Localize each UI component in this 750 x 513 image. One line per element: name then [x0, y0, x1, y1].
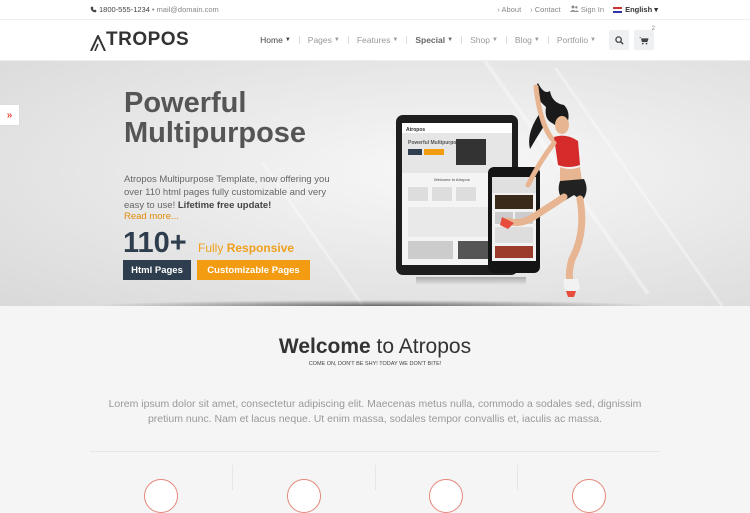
- search-icon: [614, 35, 624, 45]
- bullet-separator: •: [151, 5, 155, 14]
- side-panel-toggle[interactable]: »: [0, 104, 20, 126]
- nav-portfolio-label: Portfolio: [556, 35, 589, 45]
- email-link[interactable]: mail@domain.com: [157, 5, 219, 14]
- hero-title-line1: Powerful: [124, 87, 247, 119]
- nav-pages[interactable]: Pages ▼: [300, 35, 348, 45]
- feature-column: [376, 465, 519, 513]
- fully-word: Fully: [198, 241, 224, 255]
- contact-link[interactable]: › Contact: [530, 5, 560, 14]
- about-link[interactable]: › About: [497, 5, 521, 14]
- chevron-down-icon: ▼: [491, 37, 498, 43]
- chevron-down-icon: ▼: [284, 37, 291, 43]
- language-label: English ▾: [625, 5, 658, 14]
- logo[interactable]: TROPOS: [90, 29, 189, 51]
- nav-blog[interactable]: Blog ▼: [507, 35, 548, 45]
- feature-column: [233, 465, 376, 513]
- mock-welcome: Welcome to Atropos: [434, 177, 470, 182]
- language-selector[interactable]: English ▾: [613, 5, 658, 14]
- users-icon: [569, 5, 579, 12]
- flag-icon: [613, 7, 623, 14]
- top-bar: 1800-555-1234 • mail@domain.com › About …: [0, 0, 750, 20]
- nav-pages-label: Pages: [307, 35, 332, 45]
- mock-logo: Atropos: [406, 127, 425, 133]
- feature-column: [90, 465, 233, 513]
- welcome-rest: to Atropos: [370, 335, 472, 358]
- hero-title-line2: Multipurpose: [124, 117, 307, 149]
- chevron-down-icon: ▼: [533, 37, 540, 43]
- main-nav: Home ▼ Pages ▼ Features ▼ Special ▼ Shop ▼ Bl…: [252, 26, 655, 50]
- welcome-section: Welcome to Atropos COME ON, DON'T BE SHY…: [0, 335, 750, 367]
- contact-info: 1800-555-1234 • mail@domain.com: [90, 5, 219, 14]
- welcome-bold: Welcome: [278, 335, 371, 358]
- feature-circle-icon: [572, 479, 607, 513]
- search-button[interactable]: [609, 30, 629, 50]
- feature-columns: [90, 465, 660, 513]
- html-pages-tag: Html Pages: [123, 260, 191, 280]
- hero-slider: » Powerful Multipurpose Atropos Multipur…: [0, 61, 750, 306]
- nav-home[interactable]: Home ▼: [252, 35, 299, 45]
- nav-special[interactable]: Special ▼: [407, 35, 461, 45]
- nav-blog-label: Blog: [514, 35, 532, 45]
- chevron-down-icon: ▼: [447, 37, 454, 43]
- customizable-pages-tag: Customizable Pages: [197, 260, 310, 280]
- signin-link[interactable]: Sign In: [569, 5, 605, 14]
- phone-number: 1800-555-1234: [99, 5, 150, 14]
- pages-count: 110+: [123, 227, 187, 259]
- welcome-heading: Welcome to Atropos: [0, 335, 750, 359]
- intro-paragraph: Lorem ipsum dolor sit amet, consectetur …: [108, 398, 642, 425]
- feature-circle-icon: [286, 479, 321, 513]
- feature-circle-icon: [143, 479, 178, 513]
- feature-column: [518, 465, 660, 513]
- mock-title: Powerful Multipurpose: [408, 140, 462, 146]
- nav-features[interactable]: Features ▼: [349, 35, 407, 45]
- cart-count-badge: 2: [651, 26, 655, 32]
- double-chevron-right-icon: »: [6, 109, 13, 121]
- hero-desc-bold: Lifetime free update!: [177, 200, 272, 211]
- chevron-down-icon: ▼: [590, 37, 596, 43]
- nav-features-label: Features: [356, 35, 391, 45]
- section-divider: [90, 451, 660, 452]
- cart-icon: [639, 36, 649, 44]
- jumping-woman-image: [500, 83, 587, 297]
- cart-button[interactable]: 2: [634, 26, 655, 50]
- logo-mark-icon: [90, 35, 106, 51]
- nav-home-label: Home: [260, 35, 283, 45]
- hero-description: Atropos Multipurpose Template, now offer…: [124, 173, 339, 212]
- read-more-link[interactable]: Read more...: [124, 211, 179, 222]
- nav-portfolio[interactable]: Portfolio ▼: [549, 35, 604, 45]
- header: TROPOS Home ▼ Pages ▼ Features ▼ Special ▼ S…: [0, 20, 750, 61]
- logo-text: TROPOS: [106, 29, 190, 50]
- responsive-word: Responsive: [226, 241, 295, 255]
- chevron-down-icon: ▼: [333, 37, 340, 43]
- nav-shop[interactable]: Shop ▼: [462, 35, 506, 45]
- phone-icon: [90, 6, 97, 13]
- nav-special-label: Special: [415, 35, 446, 45]
- hero-title: Powerful Multipurpose: [124, 88, 306, 148]
- fully-responsive-label: Fully Responsive: [198, 241, 294, 255]
- signin-label: Sign In: [580, 5, 605, 14]
- feature-circle-icon: [429, 479, 464, 513]
- welcome-subtitle: COME ON, DON'T BE SHY! TODAY WE DON'T BI…: [308, 361, 442, 367]
- chevron-down-icon: ▼: [392, 37, 399, 43]
- nav-shop-label: Shop: [470, 35, 490, 45]
